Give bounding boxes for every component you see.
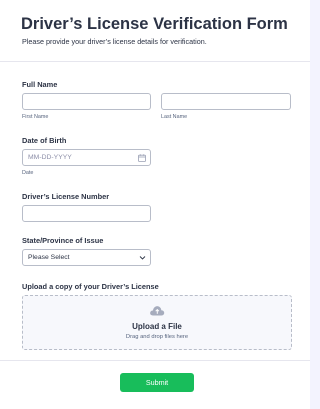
state-select[interactable]: Please Select [22, 249, 151, 266]
submit-button[interactable]: Submit [120, 373, 194, 392]
cloud-upload-icon [150, 306, 165, 316]
license-number-input[interactable] [22, 205, 151, 222]
first-name-input[interactable] [22, 93, 151, 110]
upload-label: Upload a copy of your Driver’s License [22, 282, 159, 291]
dob-label: Date of Birth [22, 136, 67, 145]
full-name-label: Full Name [22, 80, 58, 89]
chevron-down-icon [139, 256, 146, 260]
dob-sublabel: Date [22, 170, 34, 176]
form-header: Driver’s License Verification Form Pleas… [0, 0, 310, 62]
dob-input[interactable]: MM-DD-YYYY [22, 149, 151, 166]
license-label: Driver’s License Number [22, 192, 110, 201]
state-selected-value: Please Select [28, 254, 70, 261]
form-subtitle: Please provide your driver’s license det… [22, 37, 207, 46]
upload-title: Upload a File [132, 322, 182, 331]
form-card: Driver’s License Verification Form Pleas… [0, 0, 310, 409]
calendar-icon[interactable] [138, 154, 146, 162]
state-label: State/Province of Issue [22, 236, 104, 245]
first-name-sublabel: First Name [22, 114, 49, 120]
dob-placeholder: MM-DD-YYYY [28, 154, 72, 161]
footer-divider [0, 360, 310, 361]
last-name-sublabel: Last Name [161, 114, 188, 120]
form-title: Driver’s License Verification Form [21, 15, 288, 33]
upload-subtitle: Drag and drop files here [125, 334, 189, 340]
upload-dropzone[interactable]: Upload a File Drag and drop files here [22, 295, 292, 350]
last-name-input[interactable] [161, 93, 291, 110]
